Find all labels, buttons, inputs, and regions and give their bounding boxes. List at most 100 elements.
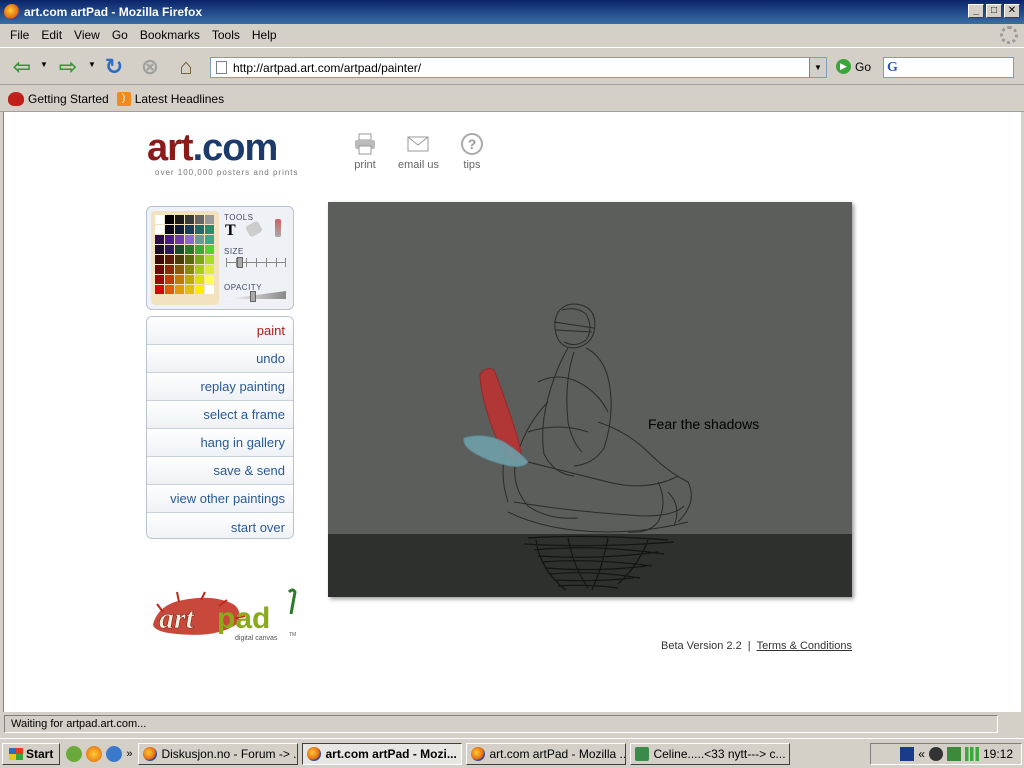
- color-swatch[interactable]: [165, 225, 174, 234]
- minimize-button[interactable]: _: [968, 4, 984, 18]
- color-swatch[interactable]: [155, 235, 164, 244]
- task-button[interactable]: Celine.....<33 nytt---> c...: [630, 742, 791, 765]
- color-swatch[interactable]: [185, 265, 194, 274]
- color-swatch[interactable]: [185, 235, 194, 244]
- color-swatch[interactable]: [205, 255, 214, 264]
- color-swatch[interactable]: [155, 215, 164, 224]
- start-button[interactable]: Start: [2, 742, 61, 765]
- color-swatch[interactable]: [195, 215, 204, 224]
- color-swatch[interactable]: [185, 245, 194, 254]
- color-swatch[interactable]: [195, 225, 204, 234]
- menu-bookmarks[interactable]: Bookmarks: [134, 28, 206, 42]
- menu-go[interactable]: Go: [106, 28, 134, 42]
- go-button[interactable]: ▶ Go: [836, 59, 871, 74]
- firefox-launch-icon[interactable]: [86, 745, 103, 762]
- size-slider-handle[interactable]: [236, 257, 243, 268]
- color-swatch[interactable]: [205, 265, 214, 274]
- quick-launch-overflow[interactable]: »: [126, 748, 132, 760]
- color-swatch[interactable]: [165, 275, 174, 284]
- color-swatch[interactable]: [175, 265, 184, 274]
- print-link[interactable]: print: [352, 132, 378, 171]
- view-other-paintings-button[interactable]: view other paintings: [147, 485, 293, 513]
- color-swatch[interactable]: [175, 245, 184, 254]
- menu-edit[interactable]: Edit: [35, 28, 68, 42]
- color-swatch[interactable]: [155, 245, 164, 254]
- color-swatch[interactable]: [205, 235, 214, 244]
- menu-tools[interactable]: Tools: [206, 28, 246, 42]
- task-button[interactable]: Diskusjon.no - Forum -> ...: [138, 742, 299, 765]
- color-swatch[interactable]: [185, 225, 194, 234]
- menu-file[interactable]: File: [4, 28, 35, 42]
- url-dropdown-icon[interactable]: ▼: [809, 58, 826, 77]
- forward-arrow-icon[interactable]: ⇨: [54, 54, 82, 80]
- color-swatch[interactable]: [195, 255, 204, 264]
- home-icon[interactable]: ⌂: [172, 54, 200, 80]
- color-swatch[interactable]: [195, 275, 204, 284]
- internet-explorer-icon[interactable]: [106, 745, 123, 762]
- color-swatch[interactable]: [195, 235, 204, 244]
- hang-in-gallery-button[interactable]: hang in gallery: [147, 429, 293, 457]
- url-bar[interactable]: http://artpad.art.com/artpad/painter/ ▼: [210, 57, 827, 78]
- undo-button[interactable]: undo: [147, 345, 293, 373]
- save-and-send-button[interactable]: save & send: [147, 457, 293, 485]
- color-swatch[interactable]: [185, 275, 194, 284]
- email-us-link[interactable]: email us: [398, 132, 439, 171]
- color-swatch[interactable]: [205, 245, 214, 254]
- back-arrow-icon[interactable]: ⇦: [8, 54, 36, 80]
- color-swatch[interactable]: [175, 275, 184, 284]
- color-swatch[interactable]: [165, 245, 174, 254]
- reload-icon[interactable]: ↻: [100, 54, 128, 80]
- painting-canvas[interactable]: Fear the shadows: [328, 202, 852, 597]
- color-swatch[interactable]: [195, 265, 204, 274]
- color-swatch[interactable]: [175, 255, 184, 264]
- start-over-button[interactable]: start over: [147, 513, 293, 538]
- messenger-icon[interactable]: [946, 747, 961, 761]
- select-a-frame-button[interactable]: select a frame: [147, 401, 293, 429]
- color-swatch[interactable]: [205, 215, 214, 224]
- color-swatch[interactable]: [175, 225, 184, 234]
- language-icon[interactable]: [900, 747, 915, 761]
- back-dropdown-icon[interactable]: ▼: [40, 60, 48, 69]
- color-swatch[interactable]: [195, 285, 204, 294]
- color-swatch[interactable]: [205, 225, 214, 234]
- color-swatch[interactable]: [155, 265, 164, 274]
- replay-painting-button[interactable]: replay painting: [147, 373, 293, 401]
- eraser-tool-icon[interactable]: [244, 220, 264, 238]
- music-player-icon[interactable]: [66, 745, 83, 762]
- color-swatch[interactable]: [205, 285, 214, 294]
- bookmark-latest-headlines[interactable]: ) Latest Headlines: [116, 91, 224, 106]
- color-swatch[interactable]: [175, 235, 184, 244]
- menu-help[interactable]: Help: [246, 28, 283, 42]
- opacity-slider[interactable]: [226, 291, 286, 302]
- color-swatch[interactable]: [155, 255, 164, 264]
- color-swatch[interactable]: [185, 215, 194, 224]
- color-swatch[interactable]: [155, 225, 164, 234]
- color-swatch[interactable]: [165, 255, 174, 264]
- terms-link[interactable]: Terms & Conditions: [757, 640, 852, 652]
- bookmark-getting-started[interactable]: Getting Started: [8, 91, 109, 106]
- art-com-logo[interactable]: art.com over 100,000 posters and prints: [147, 128, 299, 177]
- menu-view[interactable]: View: [68, 28, 106, 42]
- search-input[interactable]: G: [883, 57, 1014, 78]
- color-swatch[interactable]: [165, 235, 174, 244]
- signal-strength-icon[interactable]: [964, 747, 979, 761]
- color-swatch[interactable]: [175, 215, 184, 224]
- color-swatch[interactable]: [165, 215, 174, 224]
- color-swatch[interactable]: [175, 285, 184, 294]
- text-tool-icon[interactable]: T: [225, 222, 236, 240]
- task-button[interactable]: art.com artPad - Mozilla ...: [466, 742, 627, 765]
- brush-tool-icon[interactable]: [275, 219, 281, 237]
- color-swatch[interactable]: [165, 265, 174, 274]
- maximize-button[interactable]: □: [986, 4, 1002, 18]
- color-swatch[interactable]: [205, 275, 214, 284]
- color-swatch[interactable]: [185, 285, 194, 294]
- color-swatch[interactable]: [155, 285, 164, 294]
- forward-dropdown-icon[interactable]: ▼: [88, 60, 96, 69]
- color-swatch[interactable]: [195, 245, 204, 254]
- color-swatch[interactable]: [155, 275, 164, 284]
- steam-icon[interactable]: [928, 747, 943, 761]
- color-swatch[interactable]: [185, 255, 194, 264]
- task-button-active[interactable]: art.com artPad - Mozi...: [302, 742, 463, 765]
- stop-icon[interactable]: ⊗: [136, 54, 164, 80]
- google-search-icon[interactable]: G: [887, 60, 898, 76]
